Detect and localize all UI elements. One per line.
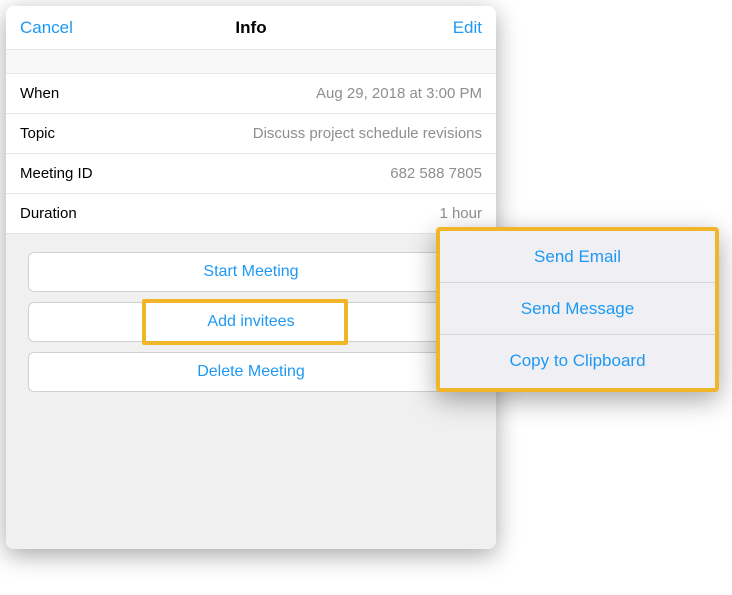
delete-meeting-button[interactable]: Delete Meeting [28, 352, 474, 392]
row-meeting-id: Meeting ID 682 588 7805 [6, 154, 496, 194]
add-invitees-button[interactable]: Add invitees [28, 302, 474, 342]
invite-options-popover: Send Email Send Message Copy to Clipboar… [436, 227, 719, 392]
add-invitees-wrap: Add invitees [28, 302, 474, 342]
when-label: When [20, 85, 59, 102]
page-title: Info [6, 6, 496, 50]
send-email-option[interactable]: Send Email [440, 231, 715, 283]
duration-value: 1 hour [439, 205, 482, 222]
send-message-option[interactable]: Send Message [440, 283, 715, 335]
when-value: Aug 29, 2018 at 3:00 PM [316, 85, 482, 102]
cancel-button[interactable]: Cancel [20, 6, 73, 50]
actions-section: Start Meeting Add invitees Delete Meetin… [6, 234, 496, 549]
copy-clipboard-option[interactable]: Copy to Clipboard [440, 335, 715, 387]
edit-button[interactable]: Edit [453, 6, 482, 50]
section-spacer [6, 50, 496, 74]
meeting-info-modal: Cancel Info Edit When Aug 29, 2018 at 3:… [6, 6, 496, 549]
topic-value: Discuss project schedule revisions [253, 125, 482, 142]
duration-label: Duration [20, 205, 77, 222]
meetingid-label: Meeting ID [20, 165, 93, 182]
start-meeting-button[interactable]: Start Meeting [28, 252, 474, 292]
meetingid-value: 682 588 7805 [390, 165, 482, 182]
row-when: When Aug 29, 2018 at 3:00 PM [6, 74, 496, 114]
navbar: Cancel Info Edit [6, 6, 496, 50]
topic-label: Topic [20, 125, 55, 142]
row-duration: Duration 1 hour [6, 194, 496, 234]
row-topic: Topic Discuss project schedule revisions [6, 114, 496, 154]
